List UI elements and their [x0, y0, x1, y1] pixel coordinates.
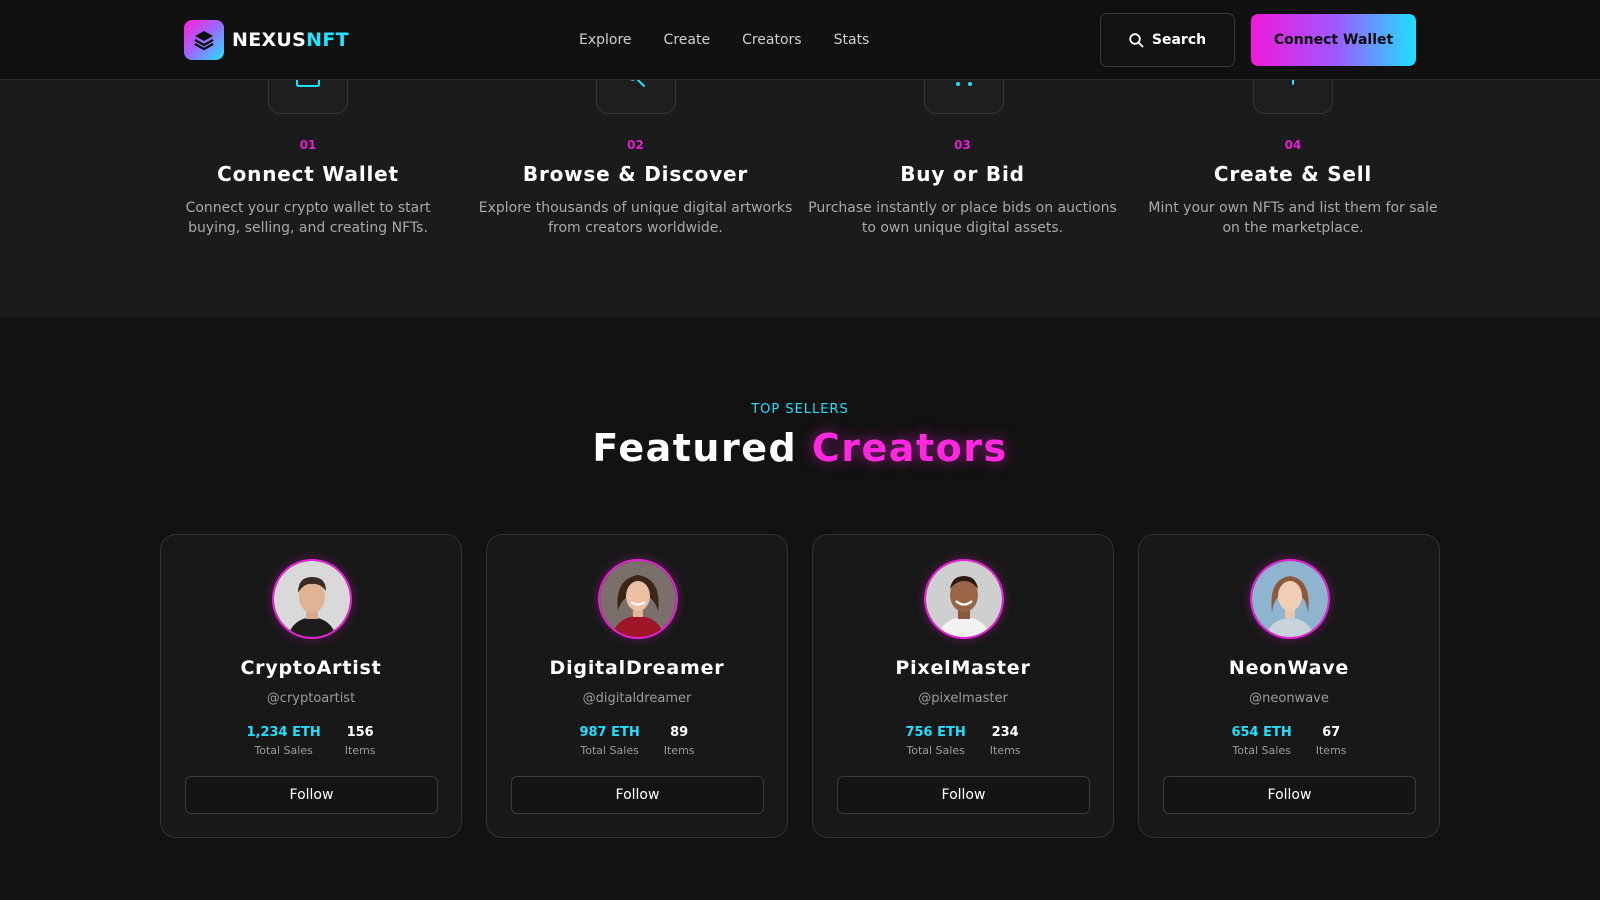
stat-value: 156 [346, 725, 374, 740]
stat-items: 234 Items [990, 725, 1021, 757]
section-title-accent: Creators [811, 426, 1008, 470]
stat-label: Total Sales [254, 744, 313, 757]
avatar[interactable] [598, 559, 678, 639]
step-title: Connect Wallet [217, 162, 399, 186]
stat-items: 89 Items [664, 725, 695, 757]
step-description: Explore thousands of unique digital artw… [478, 200, 793, 236]
nav-creators[interactable]: Creators [742, 32, 802, 48]
stat-label: Total Sales [580, 744, 639, 757]
creator-card[interactable]: PixelMaster @pixelmaster 756 ETH Total S… [812, 534, 1114, 838]
step-description: Connect your crypto wallet to start buyi… [185, 200, 431, 236]
connect-wallet-button[interactable]: Connect Wallet [1251, 14, 1416, 66]
stat-label: Total Sales [1232, 744, 1291, 757]
creator-handle: @digitaldreamer [582, 691, 692, 706]
stat-label: Items [344, 744, 376, 757]
stat-label: Total Sales [906, 744, 965, 757]
top-navbar: NEXUSNFT Explore Create Creators Stats S… [0, 0, 1600, 80]
creator-name: DigitalDreamer [549, 657, 725, 679]
featured-creators-section: TOP SELLERS Featured Creators CryptoArti… [0, 318, 1600, 900]
follow-button[interactable]: Follow [1163, 776, 1416, 814]
nav-stats[interactable]: Stats [834, 32, 870, 48]
avatar[interactable] [924, 559, 1004, 639]
brand-name-accent: NFT [306, 29, 349, 51]
stat-value: 67 [1322, 725, 1341, 740]
avatar[interactable] [272, 559, 352, 639]
creator-handle: @pixelmaster [918, 691, 1008, 706]
stat-total-sales: 987 ETH Total Sales [579, 725, 639, 757]
step-title: Create & Sell [1213, 162, 1373, 186]
stat-value: 89 [670, 725, 689, 740]
creator-name: PixelMaster [895, 657, 1031, 679]
section-eyebrow: TOP SELLERS [751, 402, 849, 417]
stat-total-sales: 654 ETH Total Sales [1231, 725, 1291, 757]
follow-button[interactable]: Follow [185, 776, 438, 814]
creator-card[interactable]: NeonWave @neonwave 654 ETH Total Sales 6… [1138, 534, 1440, 838]
nav-create[interactable]: Create [664, 32, 711, 48]
layers-icon [184, 20, 224, 60]
brand-name: NEXUSNFT [232, 29, 349, 51]
creator-handle: @cryptoartist [266, 691, 356, 706]
brand-name-main: NEXUS [232, 29, 307, 51]
step-number: 03 [954, 138, 971, 152]
stat-total-sales: 1,234 ETH Total Sales [246, 725, 320, 757]
creator-stats: 987 ETH Total Sales 89 Items [487, 725, 787, 757]
search-button-label: Search [1151, 32, 1207, 48]
stat-items: 156 Items [345, 725, 376, 757]
avatar[interactable] [1250, 559, 1330, 639]
step-number: 01 [299, 138, 317, 152]
step-description: Purchase instantly or place bids on auct… [808, 200, 1117, 236]
stat-value: 1,234 ETH [246, 725, 321, 740]
stat-value: 756 ETH [905, 725, 966, 740]
follow-button[interactable]: Follow [511, 776, 764, 814]
creator-name: CryptoArtist [240, 657, 382, 679]
stat-value: 654 ETH [1231, 725, 1292, 740]
creator-handle: @neonwave [1249, 691, 1329, 706]
creator-stats: 1,234 ETH Total Sales 156 Items [161, 725, 461, 757]
stat-label: Items [989, 744, 1021, 757]
creator-name: NeonWave [1228, 657, 1350, 679]
brand-logo[interactable]: NEXUSNFT [184, 20, 349, 60]
stat-value: 987 ETH [579, 725, 640, 740]
stat-label: Items [1315, 744, 1347, 757]
creator-stats: 756 ETH Total Sales 234 Items [813, 725, 1113, 757]
stat-value: 234 [991, 725, 1019, 740]
stat-label: Items [663, 744, 695, 757]
section-title-main: Featured [592, 426, 798, 470]
step-description: Mint your own NFTs and list them for sal… [1148, 200, 1438, 236]
stat-total-sales: 756 ETH Total Sales [905, 725, 965, 757]
search-button[interactable]: Search [1100, 13, 1235, 67]
search-icon [1129, 32, 1144, 47]
creator-card[interactable]: DigitalDreamer @digitaldreamer 987 ETH T… [486, 534, 788, 838]
step-title: Browse & Discover [522, 162, 749, 186]
section-title: Featured Creators [0, 426, 1600, 470]
follow-button[interactable]: Follow [837, 776, 1090, 814]
creator-stats: 654 ETH Total Sales 67 Items [1139, 725, 1439, 757]
step-number: 04 [1284, 138, 1302, 152]
step-title: Buy or Bid [900, 162, 1025, 186]
step-number: 02 [627, 138, 644, 152]
nav-explore[interactable]: Explore [579, 32, 632, 48]
stat-items: 67 Items [1316, 725, 1347, 757]
main-nav: Explore Create Creators Stats [579, 28, 869, 52]
creator-card[interactable]: CryptoArtist @cryptoartist 1,234 ETH Tot… [160, 534, 462, 838]
